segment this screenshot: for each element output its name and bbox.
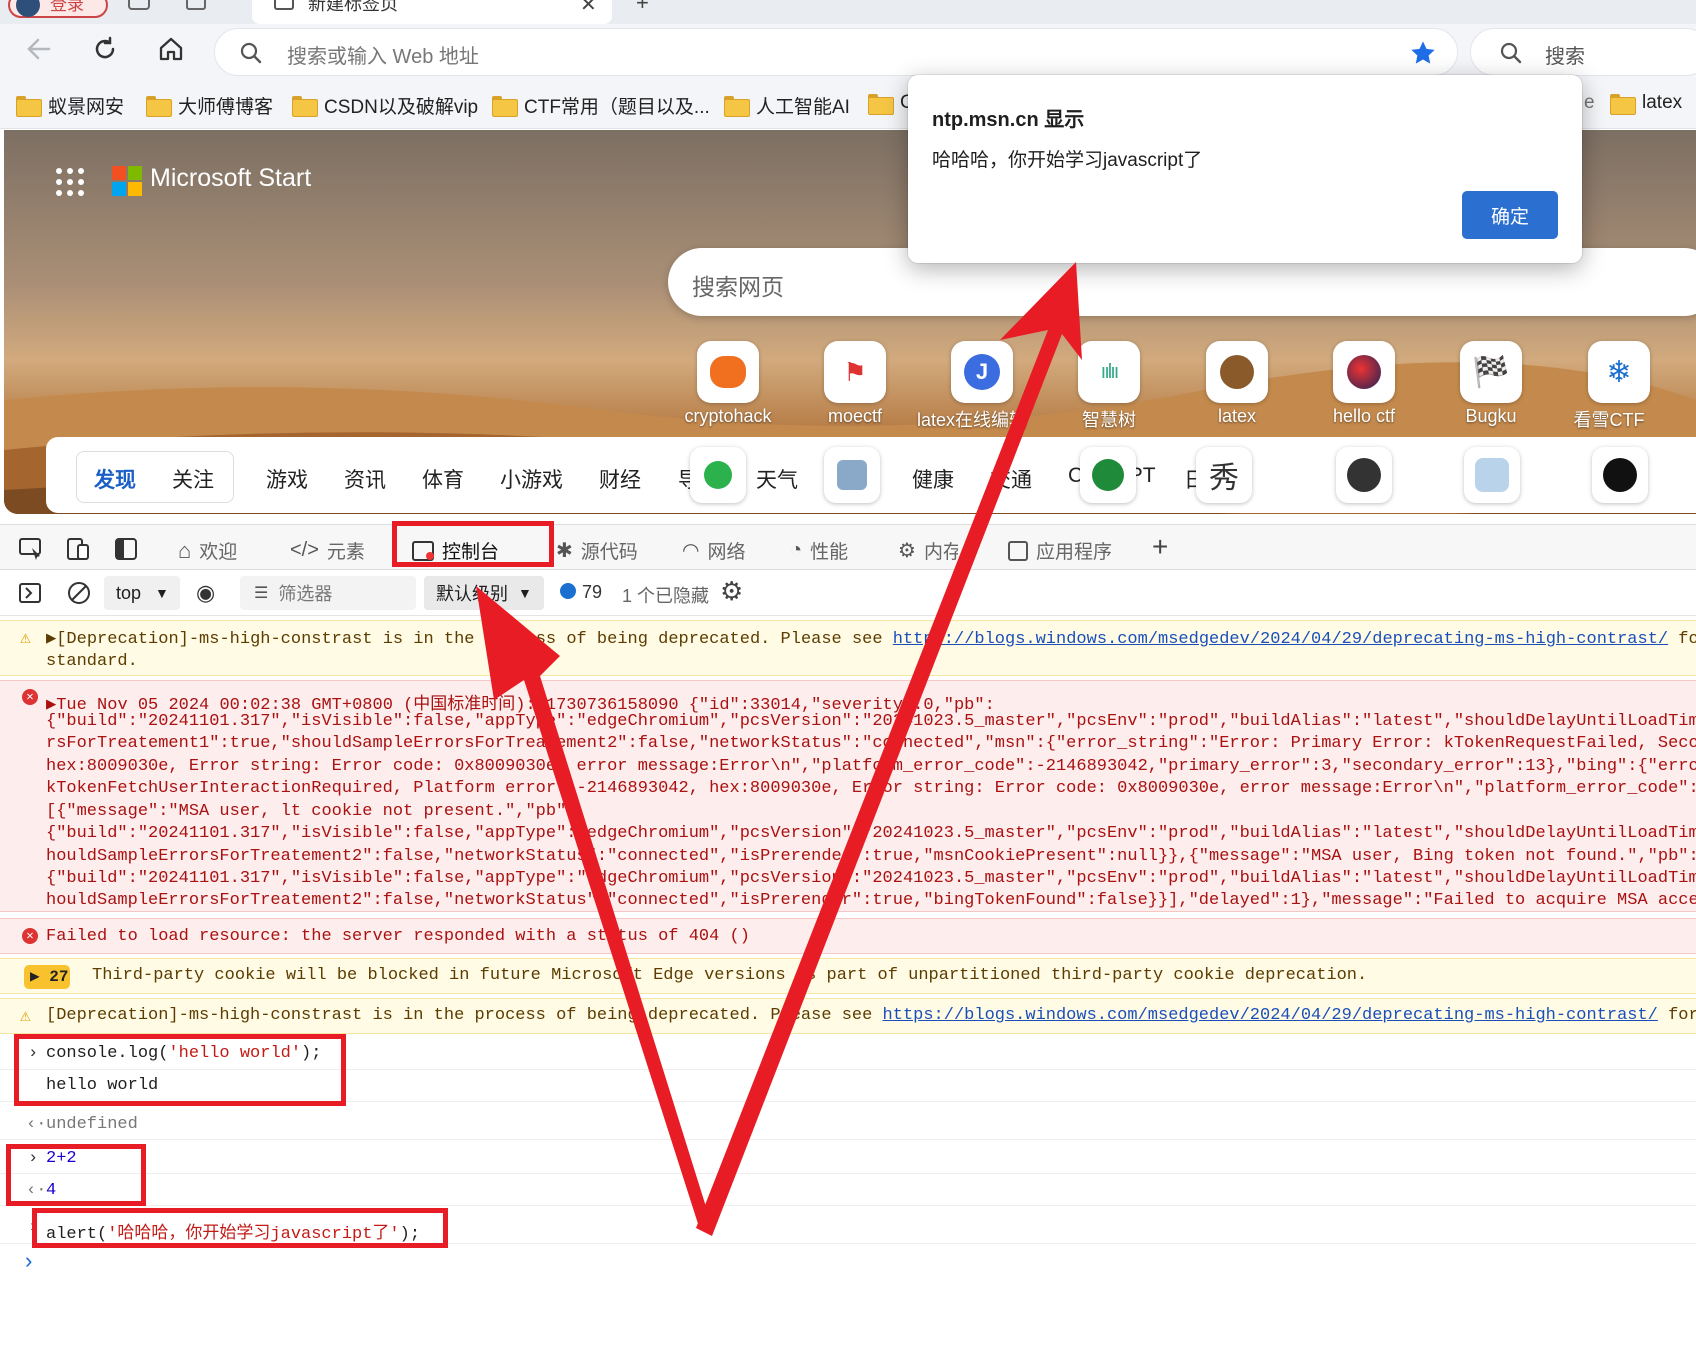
arrow-to-dialog — [696, 262, 1082, 1236]
arrow-to-level — [476, 586, 712, 1230]
annotation-arrows — [476, 262, 1082, 1236]
